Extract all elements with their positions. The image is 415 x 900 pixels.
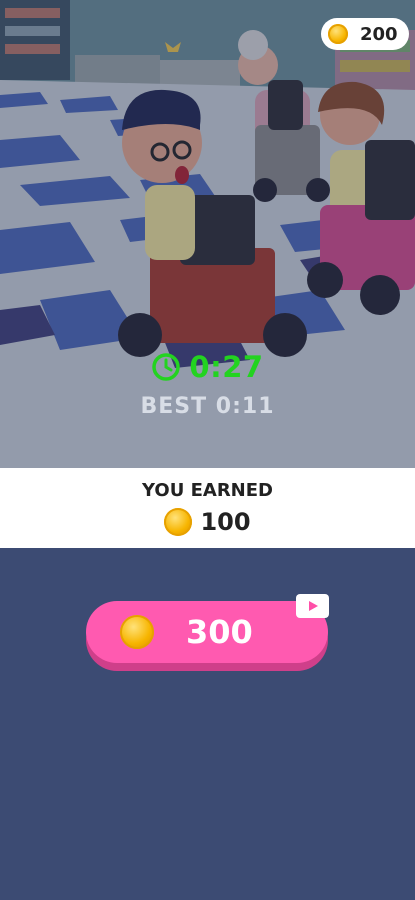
- clock-icon: [152, 353, 181, 381]
- coin-icon: [328, 24, 348, 44]
- coin-icon: [120, 615, 154, 649]
- coin-icon: [164, 508, 193, 536]
- coin-balance: 200: [321, 18, 409, 50]
- play-icon: [308, 601, 318, 611]
- coin-balance-value: 200: [360, 23, 398, 45]
- best-time: BEST 0:11: [140, 394, 275, 419]
- video-ad-icon: [296, 594, 329, 618]
- earned-amount: 100: [200, 508, 251, 536]
- race-timer: 0:27: [0, 350, 415, 384]
- earned-panel: YOU EARNED 100: [0, 468, 415, 548]
- claim-reward-button[interactable]: 300: [86, 601, 328, 663]
- earned-title: YOU EARNED: [142, 480, 273, 501]
- earned-row: 100: [0, 508, 415, 536]
- timer-value: 0:27: [189, 350, 264, 384]
- reward-amount: 300: [186, 613, 253, 651]
